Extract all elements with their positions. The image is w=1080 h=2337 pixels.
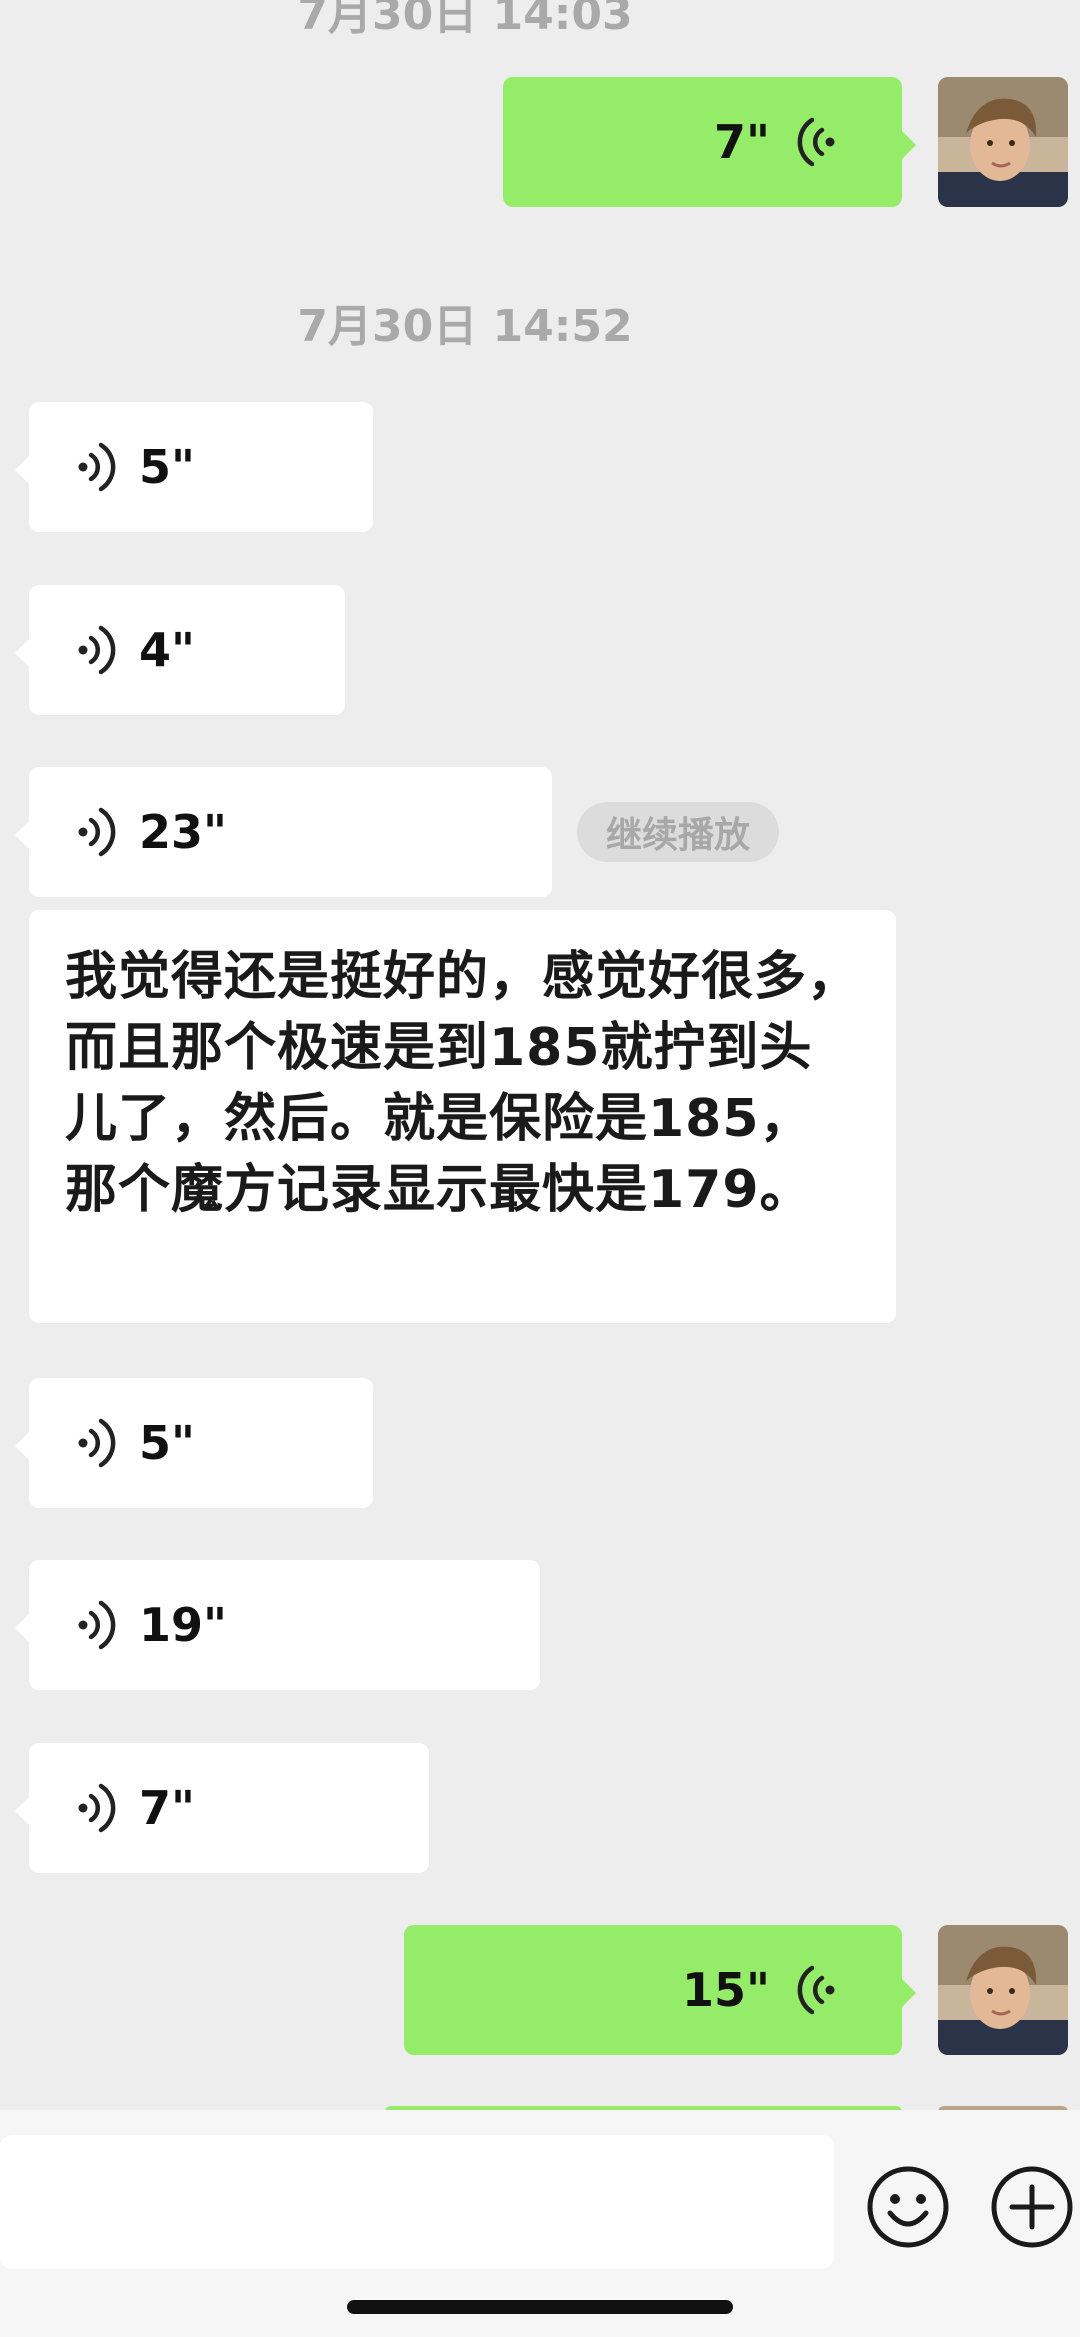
voice-duration: 19" bbox=[139, 1598, 227, 1652]
voice-duration: 7" bbox=[139, 1781, 195, 1835]
voice-wave-icon bbox=[78, 1418, 116, 1468]
voice-wave-icon bbox=[78, 442, 116, 492]
voice-duration: 4" bbox=[139, 623, 195, 677]
received-voice-message[interactable]: 5" bbox=[15, 402, 373, 532]
voice-duration: 7" bbox=[714, 115, 770, 169]
sent-voice-message[interactable]: 15" bbox=[404, 1925, 916, 2055]
received-voice-message[interactable]: 5" bbox=[15, 1378, 373, 1508]
voice-wave-icon bbox=[797, 117, 835, 167]
emoji-icon[interactable] bbox=[866, 2165, 950, 2249]
resume-playback-button[interactable]: 继续播放 bbox=[577, 802, 779, 862]
voice-wave-icon bbox=[78, 1600, 116, 1650]
voice-wave-icon bbox=[78, 625, 116, 675]
voice-wave-icon bbox=[797, 1965, 835, 2015]
received-voice-message[interactable]: 23" bbox=[15, 767, 552, 897]
voice-wave-icon bbox=[78, 807, 116, 857]
voice-duration: 5" bbox=[139, 1416, 195, 1470]
received-voice-message[interactable]: 4" bbox=[15, 585, 345, 715]
timestamp-partial: 7月30日 14:03 bbox=[297, 0, 633, 40]
voice-duration: 15" bbox=[682, 1963, 770, 2017]
voice-duration: 23" bbox=[139, 805, 227, 859]
voice-duration: 5" bbox=[139, 440, 195, 494]
timestamp: 7月30日 14:52 bbox=[297, 301, 633, 352]
avatar[interactable] bbox=[938, 1925, 1068, 2055]
received-voice-message[interactable]: 19" bbox=[15, 1560, 540, 1690]
sent-voice-message[interactable]: 7" bbox=[503, 77, 916, 207]
message-input[interactable] bbox=[0, 2135, 834, 2269]
home-indicator[interactable] bbox=[347, 2300, 733, 2314]
voice-wave-icon bbox=[78, 1783, 116, 1833]
plus-icon[interactable] bbox=[990, 2165, 1074, 2249]
transcribed-text-message[interactable]: 我觉得还是挺好的，感觉好很多，而且那个极速是到185就拧到头儿了，然后。就是保险… bbox=[29, 910, 896, 1323]
received-voice-message[interactable]: 7" bbox=[15, 1743, 429, 1873]
avatar[interactable] bbox=[938, 77, 1068, 207]
